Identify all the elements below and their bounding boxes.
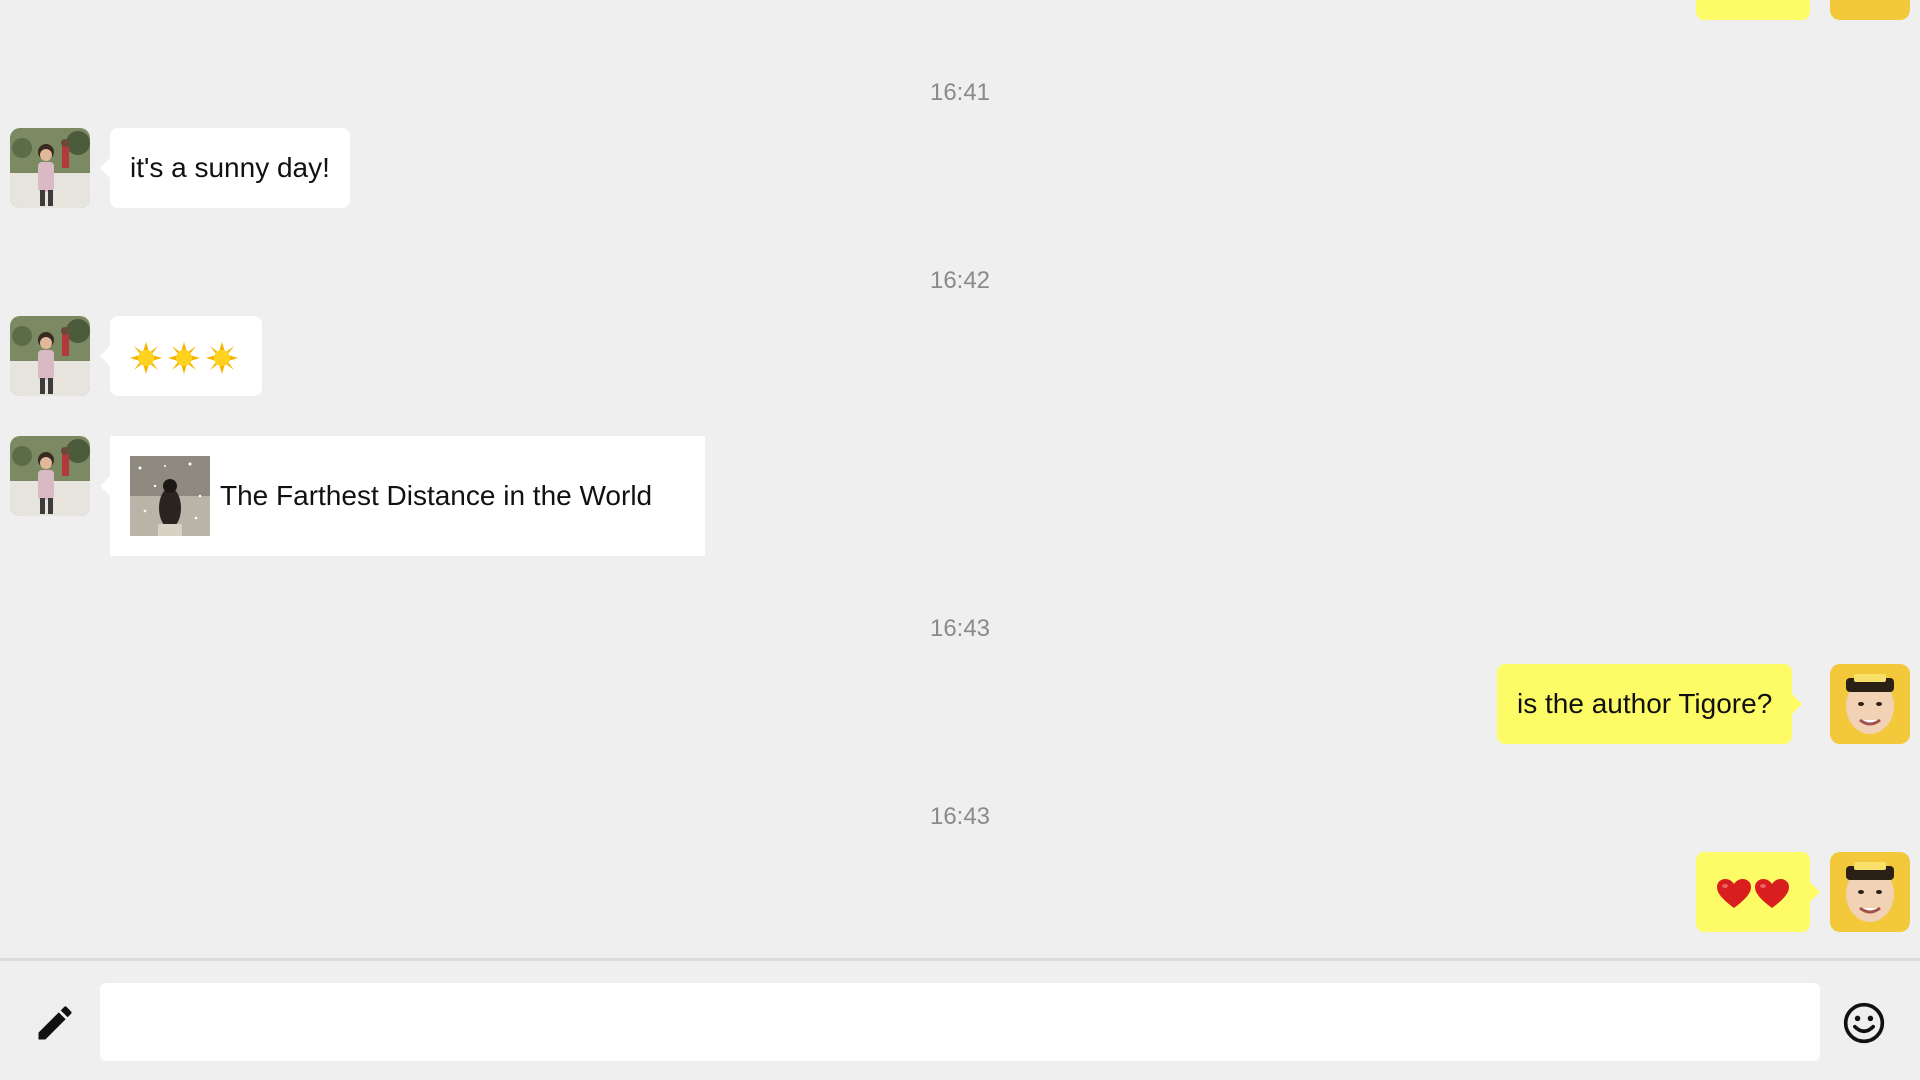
my-avatar[interactable] [1830, 664, 1910, 744]
link-card-message[interactable]: The Farthest Distance in the World [100, 436, 705, 556]
link-card-title: The Farthest Distance in the World [220, 480, 653, 511]
chat-bubble-incoming[interactable]: it's a sunny day! [100, 128, 350, 208]
chat-bubble-incoming-emoji[interactable] [100, 316, 262, 396]
contact-avatar-photo [10, 128, 90, 208]
pencil-icon[interactable] [33, 1001, 77, 1045]
timestamp: 16:41 [929, 79, 991, 106]
my-avatar-partial[interactable] [1830, 0, 1910, 20]
chat-bubble-outgoing-partial[interactable] [1696, 0, 1810, 20]
chat-area[interactable]: 16:41 it's a sunny day! 16:42 The Farthe… [0, 0, 1920, 958]
contact-avatar-photo [10, 436, 90, 516]
my-avatar-photo [1830, 664, 1910, 744]
my-avatar-photo [1830, 852, 1910, 932]
chat-bubble-outgoing-emoji[interactable] [1696, 852, 1820, 932]
sun-emoji-icon [168, 341, 200, 374]
timestamp: 16:43 [929, 803, 991, 830]
message-input[interactable] [100, 983, 1820, 1061]
timestamp: 16:42 [929, 267, 991, 294]
contact-avatar[interactable] [10, 436, 90, 516]
sun-emoji-icon [130, 341, 162, 374]
link-card-thumbnail-image [130, 456, 210, 536]
contact-avatar-photo [10, 316, 90, 396]
contact-avatar[interactable] [10, 316, 90, 396]
chat-bubble-outgoing[interactable]: is the author Tigore? [1497, 664, 1803, 744]
smiley-icon[interactable] [1842, 1001, 1886, 1045]
message-text: it's a sunny day! [130, 152, 330, 183]
heart-emoji-icon [1717, 878, 1751, 908]
my-avatar[interactable] [1830, 852, 1910, 932]
sun-emoji-icon [206, 341, 238, 374]
heart-emoji-icon [1755, 878, 1789, 908]
message-input-bar [0, 958, 1920, 1080]
message-text: is the author Tigore? [1517, 688, 1773, 719]
contact-avatar[interactable] [10, 128, 90, 208]
timestamp: 16:43 [929, 615, 991, 642]
link-card-thumbnail [130, 456, 210, 536]
